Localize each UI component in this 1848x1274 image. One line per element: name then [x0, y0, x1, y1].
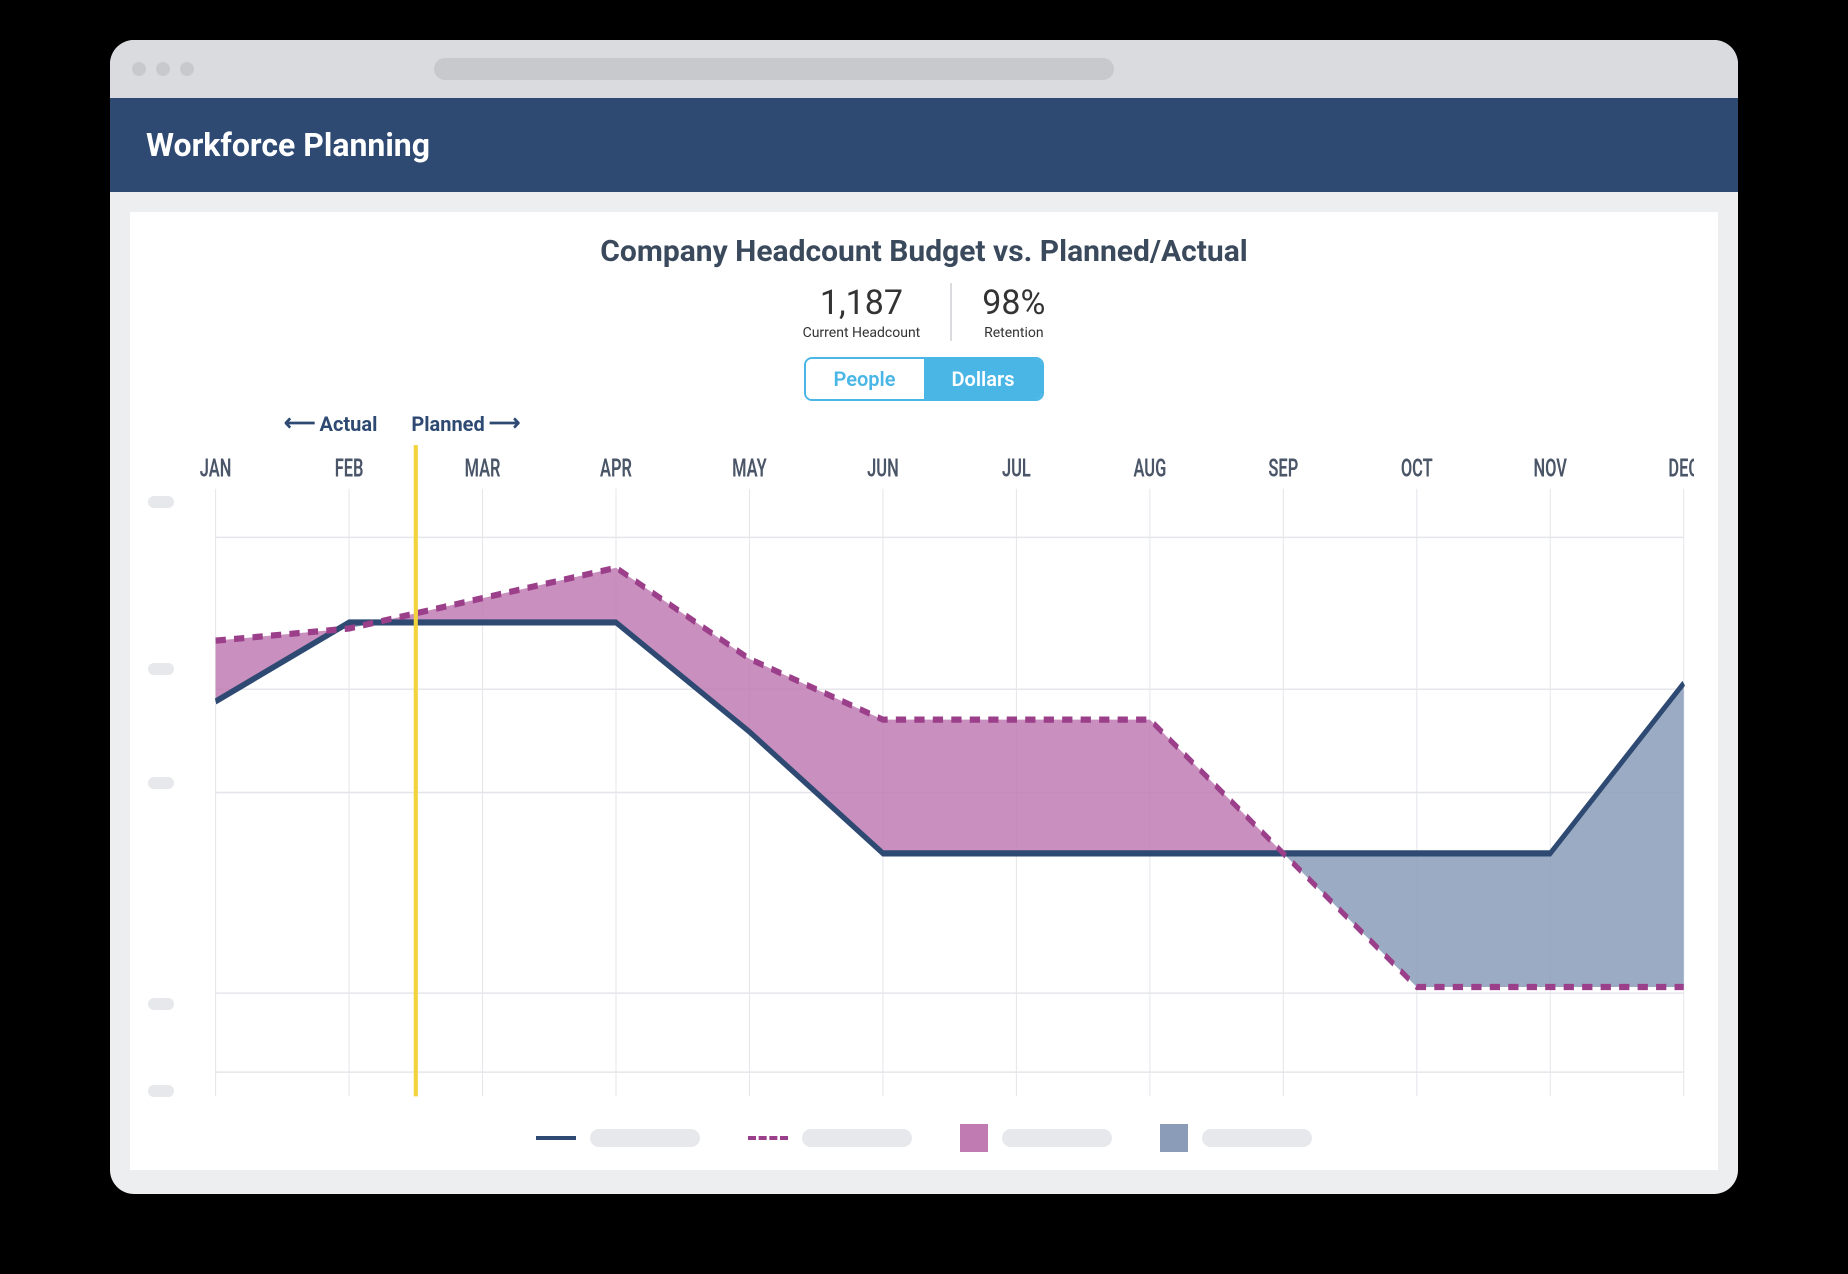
svg-text:MAY: MAY: [732, 454, 767, 484]
arrow-right-icon: ⟶: [489, 411, 521, 436]
arrow-left-icon: ⟵: [284, 411, 316, 436]
legend-line: [536, 1129, 700, 1147]
toggle-people[interactable]: People: [806, 359, 924, 399]
kpi-retention-value: 98%: [982, 283, 1045, 323]
legend-dash: [748, 1129, 912, 1147]
legend-line-swatch: [536, 1136, 576, 1140]
chart-panel: Company Headcount Budget vs. Planned/Act…: [130, 212, 1718, 1170]
svg-text:JUN: JUN: [867, 454, 899, 484]
svg-text:DEC: DEC: [1668, 454, 1694, 484]
label-planned: Planned: [411, 412, 484, 436]
label-actual: Actual: [320, 412, 378, 436]
legend-dash-swatch: [748, 1136, 788, 1140]
toggle-dollars[interactable]: Dollars: [924, 359, 1043, 399]
titlebar: [110, 40, 1738, 98]
legend-blue-label: [1202, 1129, 1312, 1147]
close-icon[interactable]: [132, 62, 146, 76]
unit-toggle: People Dollars: [154, 357, 1694, 401]
maximize-icon[interactable]: [180, 62, 194, 76]
app-window: Workforce Planning Company Headcount Bud…: [110, 40, 1738, 1194]
kpi-headcount: 1,187 Current Headcount: [773, 283, 951, 341]
legend-purple-label: [1002, 1129, 1112, 1147]
svg-text:JAN: JAN: [200, 454, 232, 484]
chart-area: JAN FEB MAR APR MAY JUN JUL AUG SEP OCT NOV DEC: [154, 442, 1694, 1112]
window-controls: [132, 62, 194, 76]
page-title: Workforce Planning: [110, 98, 1738, 192]
minimize-icon[interactable]: [156, 62, 170, 76]
chart-title: Company Headcount Budget vs. Planned/Act…: [154, 234, 1694, 269]
svg-text:AUG: AUG: [1133, 454, 1166, 484]
svg-text:MAR: MAR: [465, 454, 501, 484]
kpi-headcount-value: 1,187: [803, 283, 921, 323]
actual-planned-labels: ⟵ Actual Planned ⟶: [154, 411, 1694, 436]
content-area: Company Headcount Budget vs. Planned/Act…: [110, 192, 1738, 1194]
legend-purple-swatch: [960, 1124, 988, 1152]
url-bar[interactable]: [434, 58, 1114, 80]
legend-dash-label: [802, 1129, 912, 1147]
legend-line-label: [590, 1129, 700, 1147]
kpi-retention: 98% Retention: [950, 283, 1075, 341]
svg-text:APR: APR: [600, 454, 632, 484]
svg-text:FEB: FEB: [335, 454, 364, 484]
svg-text:NOV: NOV: [1534, 454, 1568, 484]
chart-legend: [154, 1124, 1694, 1152]
legend-blue: [1160, 1124, 1312, 1152]
svg-text:SEP: SEP: [1268, 454, 1298, 484]
svg-text:OCT: OCT: [1401, 454, 1433, 484]
kpi-headcount-label: Current Headcount: [803, 325, 921, 341]
kpi-retention-label: Retention: [982, 325, 1045, 341]
headcount-chart: JAN FEB MAR APR MAY JUN JUL AUG SEP OCT NOV DEC: [154, 442, 1694, 1112]
legend-purple: [960, 1124, 1112, 1152]
svg-text:JUL: JUL: [1002, 454, 1031, 484]
legend-blue-swatch: [1160, 1124, 1188, 1152]
kpi-row: 1,187 Current Headcount 98% Retention: [154, 283, 1694, 341]
